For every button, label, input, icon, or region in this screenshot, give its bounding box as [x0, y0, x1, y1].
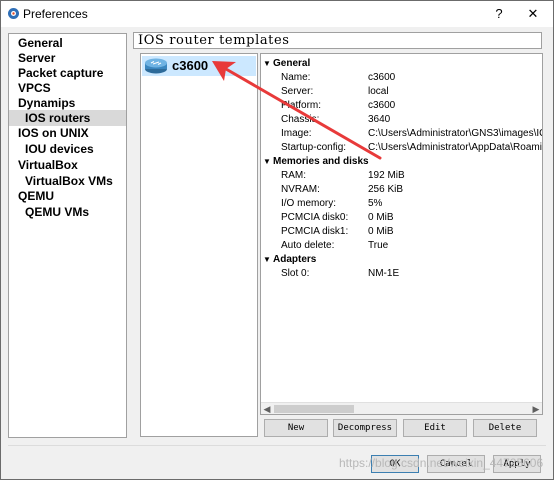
prop-key: Name:: [281, 72, 311, 83]
nav-item-virtualbox-vms[interactable]: VirtualBox VMs: [9, 173, 126, 189]
title-bar: Preferences ? ✕: [1, 1, 553, 27]
template-list: c3600: [140, 53, 258, 437]
collapse-arrow-icon[interactable]: ▼: [261, 253, 273, 267]
delete-button[interactable]: Delete: [473, 419, 537, 437]
decompress-button[interactable]: Decompress: [333, 419, 397, 437]
prop-key: PCMCIA disk1:: [281, 226, 349, 237]
prop-value: 192 MiB: [368, 170, 405, 181]
nav-item-ios-routers[interactable]: IOS routers: [9, 110, 126, 126]
list-item-c3600[interactable]: c3600: [142, 56, 256, 76]
prop-value: c3600: [368, 100, 396, 111]
collapse-arrow-icon[interactable]: ▼: [261, 155, 273, 169]
nav-item-ios-on-unix[interactable]: IOS on UNIX: [9, 125, 126, 141]
divider: [8, 445, 546, 446]
prop-value: NM-1E: [368, 268, 400, 279]
prop-value: local: [368, 86, 389, 97]
prop-key: PCMCIA disk0:: [281, 212, 349, 223]
scrollbar-thumb[interactable]: [274, 405, 354, 413]
nav-item-virtualbox[interactable]: VirtualBox: [9, 157, 126, 173]
nav-item-server[interactable]: Server: [9, 50, 126, 66]
prop-key: Platform:: [281, 100, 322, 111]
prop-key: Startup-config:: [281, 142, 347, 153]
template-name: c3600: [172, 58, 209, 73]
prop-key: NVRAM:: [281, 184, 320, 195]
prop-key: Chassis:: [281, 114, 320, 125]
section-title: Adapters: [273, 254, 317, 265]
nav-item-general[interactable]: General: [9, 35, 126, 51]
prop-key: Auto delete:: [281, 240, 335, 251]
horizontal-scrollbar[interactable]: ◀ ▶: [261, 402, 542, 414]
nav-item-qemu-vms[interactable]: QEMU VMs: [9, 204, 126, 220]
section-memories-and-disks[interactable]: ▼ Memories and disks: [261, 155, 369, 169]
prop-key: Image:: [281, 128, 312, 139]
prop-key: Server:: [281, 86, 314, 97]
edit-button[interactable]: Edit: [403, 419, 467, 437]
prop-value: C:\Users\Administrator\AppData\Roaming\G…: [368, 142, 542, 153]
section-adapters[interactable]: ▼ Adapters: [261, 253, 316, 267]
watermark: https://blog.csdn.net/weixin_44725606: [339, 456, 544, 470]
close-icon[interactable]: ✕: [523, 5, 543, 23]
nav-item-iou-devices[interactable]: IOU devices: [9, 141, 126, 157]
prop-value: True: [368, 240, 389, 251]
scroll-right-icon[interactable]: ▶: [530, 403, 542, 414]
nav-item-packet-capture[interactable]: Packet capture: [9, 65, 126, 81]
preferences-nav: General Server Packet capture VPCS Dynam…: [8, 33, 127, 438]
prop-value: 5%: [368, 198, 383, 209]
prop-key: I/O memory:: [281, 198, 337, 209]
nav-item-dynamips[interactable]: Dynamips: [9, 95, 126, 111]
prop-value: c3600: [368, 72, 396, 83]
page-title: IOS router templates: [133, 32, 542, 49]
section-title: Memories and disks: [273, 156, 369, 167]
window-title: Preferences: [23, 7, 88, 21]
help-icon[interactable]: ?: [489, 5, 509, 23]
prop-value: 256 KiB: [368, 184, 404, 195]
prop-value: 3640: [368, 114, 391, 125]
router-icon: [145, 58, 167, 74]
nav-item-vpcs[interactable]: VPCS: [9, 80, 126, 96]
prop-value: 0 MiB: [368, 212, 394, 223]
prop-value: 0 MiB: [368, 226, 394, 237]
preferences-window: Preferences ? ✕ General Server Packet ca…: [0, 0, 554, 480]
prop-key: RAM:: [281, 170, 306, 181]
section-title: General: [273, 58, 311, 69]
scroll-left-icon[interactable]: ◀: [261, 403, 273, 414]
gns3-app-icon: [8, 8, 19, 19]
section-general[interactable]: ▼ General: [261, 57, 310, 71]
new-button[interactable]: New: [264, 419, 328, 437]
prop-value: C:\Users\Administrator\GNS3\images\IOS\c…: [368, 128, 542, 139]
template-details: ▼ General Name: c3600 Server: local Platf…: [260, 53, 543, 415]
prop-key: Slot 0:: [281, 268, 310, 279]
collapse-arrow-icon[interactable]: ▼: [261, 57, 273, 71]
nav-item-qemu[interactable]: QEMU: [9, 188, 126, 204]
